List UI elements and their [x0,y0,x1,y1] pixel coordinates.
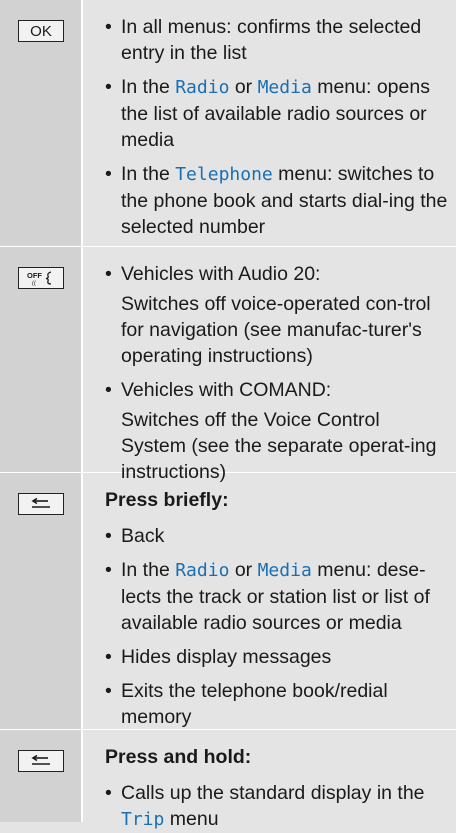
radio-menu-label: Radio [175,77,230,98]
back-key-icon [18,493,64,515]
radio-menu-label: Radio [175,560,230,581]
bullet-list: Calls up the standard display in the Tri… [105,780,448,833]
list-item: Back [105,523,448,549]
row-ok-button: OK In all menus: confirms the selected e… [0,0,456,247]
svg-text:OFF: OFF [27,271,42,280]
list-item: Hides display messages [105,644,448,670]
bullet-list: Back In the Radio or Media menu: dese-le… [105,523,448,730]
list-item: Vehicles with Audio 20:Switches off voic… [105,261,448,369]
list-item: In the Radio or Media menu: opens the li… [105,74,448,153]
media-menu-label: Media [257,77,312,98]
bullet-list: Vehicles with Audio 20:Switches off voic… [105,261,448,485]
svg-text:((: (( [32,281,36,286]
list-item: Vehicles with COMAND:Switches off the Vo… [105,377,448,485]
description-cell: Vehicles with Audio 20:Switches off voic… [83,247,456,483]
press-and-hold-heading: Press and hold: [105,746,252,768]
row-back-press-hold: Press and hold: Calls up the standard di… [0,730,456,830]
list-item: Calls up the standard display in the Tri… [105,780,448,833]
key-cell [0,473,83,729]
description-cell: Press and hold: Calls up the standard di… [83,730,456,830]
key-cell: OFF (( [0,247,83,472]
row-voice-off-button: OFF (( Vehicles with Audio 20:Switches o… [0,247,456,483]
controls-table: OK In all menus: confirms the selected e… [0,0,456,830]
list-item: In the Radio or Media menu: dese-lects t… [105,557,448,636]
voice-control-off-key-icon: OFF (( [18,267,64,289]
back-key-icon [18,750,64,772]
bullet-list: In all menus: confirms the selected entr… [105,14,448,240]
list-item: In all menus: confirms the selected entr… [105,14,448,66]
list-item: In the Telephone menu: switches to the p… [105,161,448,240]
key-cell: OK [0,0,83,246]
list-item: Exits the telephone book/redial memory [105,678,448,730]
telephone-menu-label: Telephone [175,164,273,185]
description-cell: In all menus: confirms the selected entr… [83,0,456,246]
ok-key-icon: OK [18,20,64,42]
row-back-press-briefly: Press briefly: Back In the Radio or Medi… [0,473,456,730]
trip-menu-label: Trip [121,809,165,830]
description-cell: Press briefly: Back In the Radio or Medi… [83,473,456,729]
media-menu-label: Media [257,560,312,581]
press-briefly-heading: Press briefly: [105,489,229,511]
key-cell [0,730,83,822]
